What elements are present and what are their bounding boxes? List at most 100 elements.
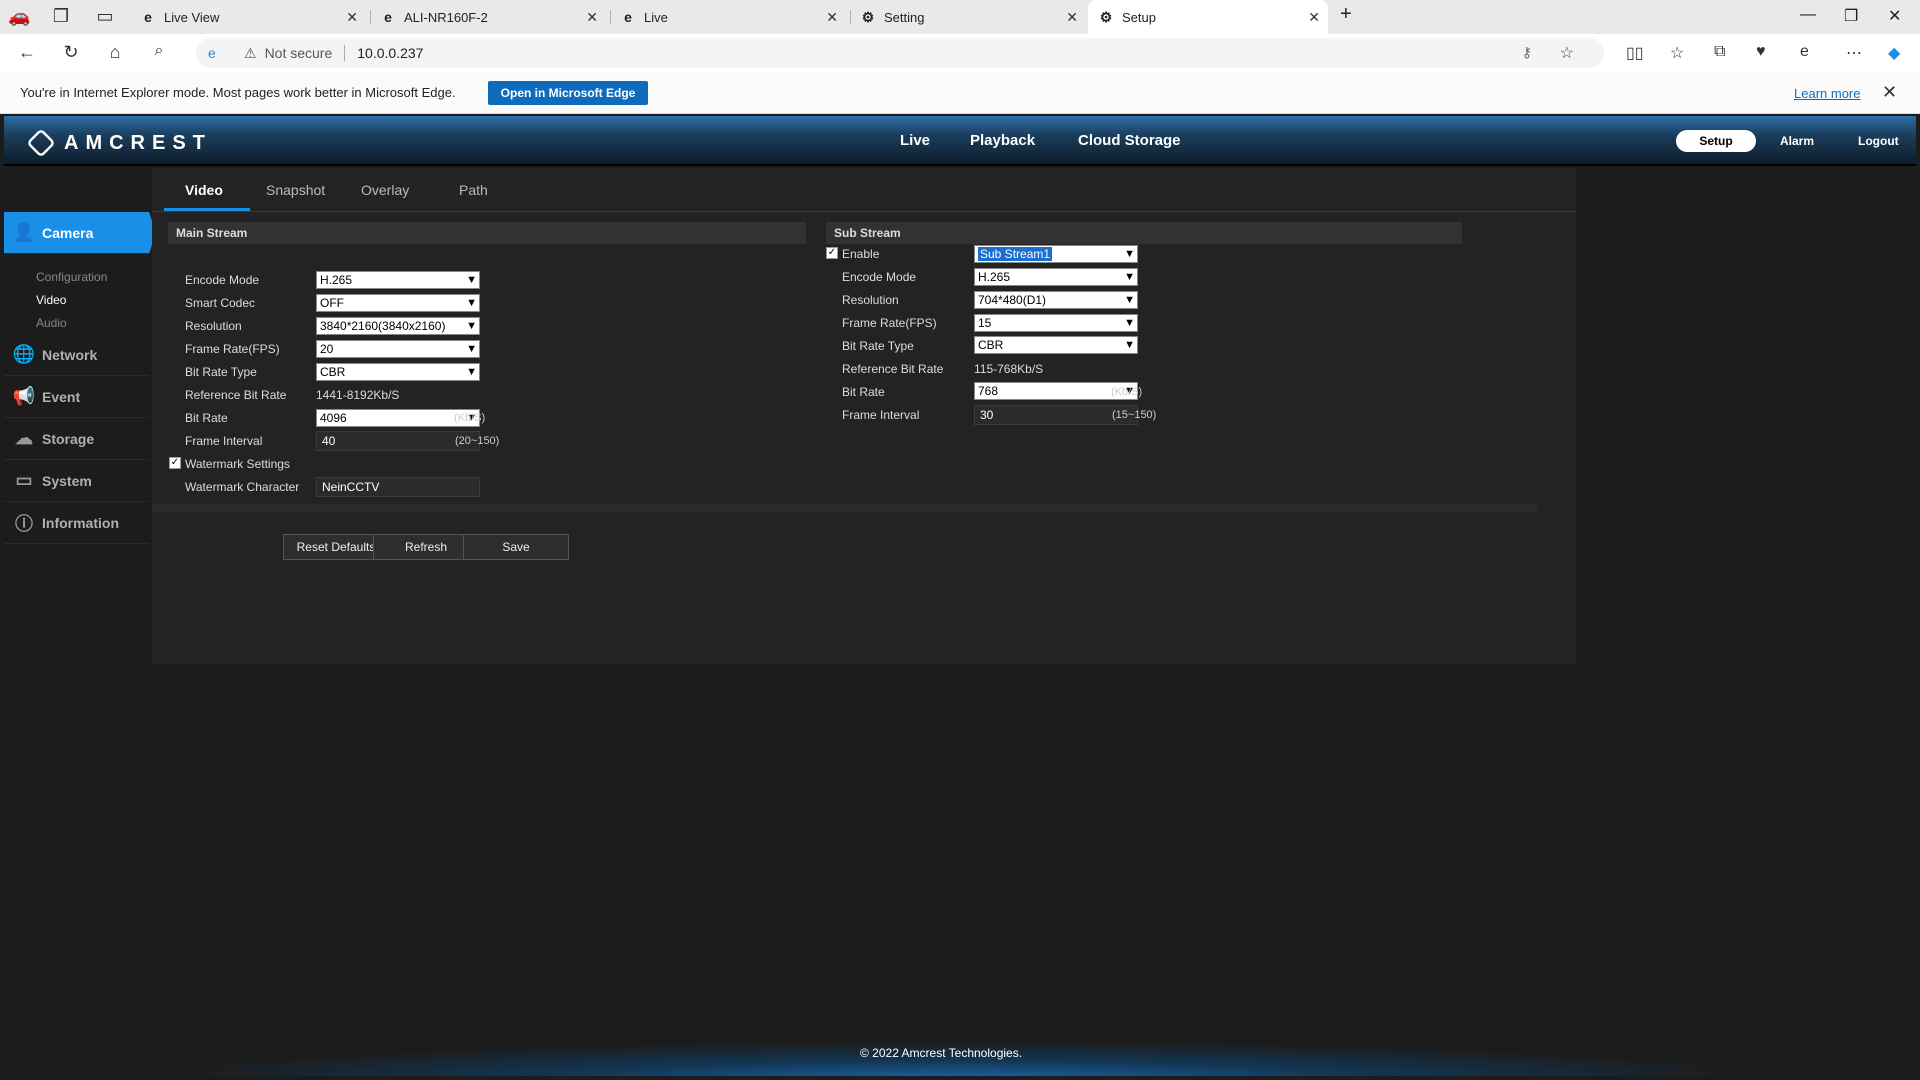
select-value: CBR <box>978 338 1004 352</box>
main-smart-codec-select[interactable]: OFF ▼ <box>316 294 480 312</box>
camera-icon: 👤 <box>12 222 36 242</box>
chevron-down-icon: ▼ <box>1124 317 1135 329</box>
search-icon[interactable]: ⌕ <box>148 42 170 60</box>
watermark-settings-checkbox[interactable]: ✓ <box>169 457 181 469</box>
nav-live[interactable]: Live <box>900 132 930 149</box>
close-icon[interactable]: ✕ <box>1308 9 1320 26</box>
chevron-down-icon: ▼ <box>466 366 477 378</box>
sidebar-item-event[interactable]: 📢 Event <box>4 376 149 418</box>
minimize-icon[interactable]: — <box>1800 6 1816 24</box>
ie-reload-icon[interactable]: e <box>1800 43 1809 61</box>
ie-icon: e <box>144 9 152 25</box>
sub-resolution-select[interactable]: 704*480(D1) ▼ <box>974 291 1138 309</box>
select-value: 704*480(D1) <box>978 293 1047 307</box>
sub-bit-rate-type-select[interactable]: CBR ▼ <box>974 336 1138 354</box>
more-icon[interactable]: ⋯ <box>1846 43 1862 63</box>
ie-icon: e <box>624 9 632 25</box>
content-panel: Video Snapshot Overlay Path Main Stream … <box>152 168 1576 664</box>
tab-overlay[interactable]: Overlay <box>361 182 409 198</box>
warning-icon[interactable]: ⚠ <box>244 45 257 62</box>
select-value: Sub Stream1 <box>978 247 1053 261</box>
tab-setup[interactable]: ⚙ Setup ✕ <box>1088 0 1328 34</box>
sidebar-item-label: Network <box>42 346 98 363</box>
sub-reference-bit-rate-value: 115-768Kb/S <box>974 362 1044 376</box>
frame-rate-label: Frame Rate(FPS) <box>842 316 937 330</box>
collections-icon[interactable]: ⧉ <box>1714 43 1725 61</box>
sidebar-item-camera[interactable]: 👤 Camera <box>4 212 156 254</box>
open-in-edge-button[interactable]: Open in Microsoft Edge <box>488 81 648 105</box>
url-field[interactable]: e ⚠ Not secure 10.0.0.237 ⚷ ☆ <box>196 38 1604 68</box>
favorite-star-icon[interactable]: ☆ <box>1560 43 1574 63</box>
tab-setting[interactable]: ⚙ Setting ✕ <box>850 0 1086 34</box>
nav-setup[interactable]: Setup <box>1676 130 1756 152</box>
sub-frame-rate-select[interactable]: 15 ▼ <box>974 314 1138 332</box>
close-icon[interactable]: ✕ <box>1882 82 1897 103</box>
split-screen-icon[interactable]: ▯▯ <box>1626 43 1644 63</box>
sidebar-item-label: Camera <box>42 224 94 241</box>
nav-cloud-storage[interactable]: Cloud Storage <box>1078 132 1181 149</box>
copilot-icon[interactable]: ◆ <box>1888 43 1900 63</box>
profile-icon[interactable]: 🚗 <box>8 6 30 27</box>
monitor-icon: ▭ <box>15 470 33 490</box>
chevron-down-icon: ▼ <box>466 343 477 355</box>
amcrest-logo: AMCREST <box>26 128 212 158</box>
sidebar-item-network[interactable]: 🌐 Network <box>4 334 149 376</box>
ie-icon: e <box>384 9 392 25</box>
window-close-icon[interactable]: ✕ <box>1888 6 1901 26</box>
restore-icon[interactable]: ❐ <box>1844 6 1858 26</box>
reload-icon[interactable]: ↻ <box>60 42 82 63</box>
main-bit-rate-type-select[interactable]: CBR ▼ <box>316 363 480 381</box>
logo-icon <box>26 128 56 158</box>
gear-icon: ⚙ <box>1099 8 1113 25</box>
nav-playback[interactable]: Playback <box>970 132 1035 149</box>
sidebar-subitem-configuration[interactable]: Configuration <box>36 270 107 284</box>
tab-live-view[interactable]: e Live View ✕ <box>130 0 366 34</box>
nav-logout[interactable]: Logout <box>1858 134 1899 148</box>
browser-essentials-icon[interactable]: ♥ <box>1756 43 1766 61</box>
sidebar-item-information[interactable]: ⓘ Information <box>4 502 149 544</box>
bit-rate-type-label: Bit Rate Type <box>185 365 257 379</box>
sub-stream-select[interactable]: Sub Stream1 ▼ <box>974 245 1138 263</box>
main-encode-mode-select[interactable]: H.265 ▼ <box>316 271 480 289</box>
new-tab-icon[interactable]: + <box>1340 3 1352 26</box>
ie-mode-icon[interactable]: e <box>208 45 216 61</box>
sub-stream-enable-checkbox[interactable]: ✓ <box>826 247 838 259</box>
learn-more-link[interactable]: Learn more <box>1794 86 1860 101</box>
close-icon[interactable]: ✕ <box>826 9 838 26</box>
tab-actions-icon[interactable]: ▭ <box>94 6 116 27</box>
bit-rate-label: Bit Rate <box>185 411 228 425</box>
main-frame-rate-select[interactable]: 20 ▼ <box>316 340 480 358</box>
tab-video[interactable]: Video <box>185 182 223 198</box>
close-icon[interactable]: ✕ <box>346 9 358 26</box>
security-label[interactable]: Not secure <box>265 45 333 61</box>
select-value: H.265 <box>978 270 1011 284</box>
sub-stream-header: Sub Stream <box>826 222 1462 244</box>
chevron-down-icon: ▼ <box>466 274 477 286</box>
sidebar-item-storage[interactable]: ☁ Storage <box>4 418 149 460</box>
tab-ali-nr160f[interactable]: e ALI-NR160F-2 ✕ <box>370 0 606 34</box>
frame-interval-label: Frame Interval <box>842 408 920 422</box>
save-button[interactable]: Save <box>463 534 569 560</box>
nav-alarm[interactable]: Alarm <box>1780 134 1814 148</box>
favorites-icon[interactable]: ☆ <box>1670 43 1684 63</box>
watermark-character-input[interactable]: NeinCCTV <box>316 477 480 497</box>
back-icon[interactable]: ← <box>16 42 38 63</box>
watermark-character-label: Watermark Character <box>185 480 300 494</box>
sub-encode-mode-select[interactable]: H.265 ▼ <box>974 268 1138 286</box>
sidebar-item-system[interactable]: ▭ System <box>4 460 149 502</box>
close-icon[interactable]: ✕ <box>1066 9 1078 26</box>
select-value: 3840*2160(3840x2160) <box>320 319 446 333</box>
tab-path[interactable]: Path <box>459 182 488 198</box>
chevron-down-icon: ▼ <box>466 297 477 309</box>
sidebar-subitem-audio[interactable]: Audio <box>36 316 67 330</box>
close-icon[interactable]: ✕ <box>586 9 598 26</box>
app-footer: © 2022 Amcrest Technologies. <box>4 1034 1916 1076</box>
key-icon[interactable]: ⚷ <box>1522 44 1532 61</box>
workspaces-icon[interactable]: ❐ <box>50 6 72 27</box>
tab-snapshot[interactable]: Snapshot <box>266 182 325 198</box>
main-resolution-select[interactable]: 3840*2160(3840x2160) ▼ <box>316 317 480 335</box>
sidebar-subitem-video[interactable]: Video <box>36 293 66 307</box>
home-icon[interactable]: ⌂ <box>104 42 126 63</box>
url-text[interactable]: 10.0.0.237 <box>357 45 423 61</box>
tab-live[interactable]: e Live ✕ <box>610 0 846 34</box>
